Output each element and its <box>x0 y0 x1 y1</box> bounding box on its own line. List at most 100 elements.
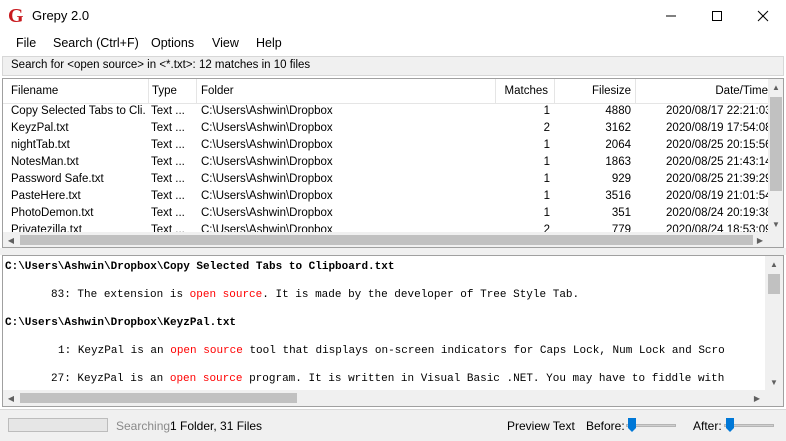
line-number: 27: <box>51 373 71 385</box>
cell-type: Text ... <box>151 156 185 168</box>
preview-vertical-scrollbar[interactable]: ▲ ▼ <box>765 256 783 390</box>
table-row[interactable]: nightTab.txt Text ... C:\Users\Ashwin\Drop… <box>3 138 768 155</box>
cell-filesize: 351 <box>611 207 631 219</box>
preview-text-label: Preview Text <box>507 419 575 433</box>
cell-filesize: 779 <box>611 224 631 232</box>
column-header-filename[interactable]: Filename <box>3 79 149 104</box>
menu-help[interactable]: Help <box>256 36 282 50</box>
results-rows: Copy Selected Tabs to Cli... Text ... C:\U… <box>3 104 768 232</box>
maximize-button[interactable] <box>694 0 740 32</box>
close-button[interactable] <box>740 0 786 32</box>
scroll-down-icon[interactable]: ▼ <box>766 374 782 390</box>
column-header-type[interactable]: Type <box>149 79 197 104</box>
cell-datetime: 2020/08/19 21:01:54 <box>666 190 768 202</box>
pane-splitter[interactable] <box>0 248 786 255</box>
cell-type: Text ... <box>151 105 185 117</box>
cell-filename: NotesMan.txt <box>11 156 79 168</box>
cell-matches: 1 <box>543 173 550 185</box>
cell-folder: C:\Users\Ashwin\Dropbox <box>201 105 333 117</box>
preview-horizontal-scrollbar[interactable]: ◀ ▶ <box>3 390 765 406</box>
column-header-folder[interactable]: Folder <box>197 79 496 104</box>
cell-matches: 1 <box>543 156 550 168</box>
cell-filename: Copy Selected Tabs to Cli... <box>11 105 146 117</box>
table-row[interactable]: Privatezilla.txt Text ... C:\Users\Ashwin\… <box>3 223 768 232</box>
results-list[interactable]: Filename Type Folder Matches Filesize Da… <box>2 78 784 248</box>
match-highlight: open source <box>189 289 263 301</box>
results-vertical-scroll-thumb[interactable] <box>770 97 782 191</box>
cell-folder: C:\Users\Ashwin\Dropbox <box>201 156 333 168</box>
status-bar: Searching: 1 Folder, 31 Files Preview Te… <box>0 409 786 441</box>
preview-horizontal-scroll-thumb[interactable] <box>20 393 297 403</box>
close-icon <box>757 10 769 22</box>
cell-filesize: 3162 <box>605 122 631 134</box>
cell-filename: KeyzPal.txt <box>11 122 69 134</box>
match-highlight: open source <box>170 345 243 357</box>
match-text: The extension is <box>77 289 190 301</box>
menu-file[interactable]: File <box>16 36 36 50</box>
column-header-filesize[interactable]: Filesize <box>555 79 636 104</box>
cell-datetime: 2020/08/25 21:39:29 <box>666 173 768 185</box>
cell-folder: C:\Users\Ashwin\Dropbox <box>201 173 333 185</box>
scroll-down-icon[interactable]: ▼ <box>768 216 783 232</box>
menu-search[interactable]: Search (Ctrl+F) <box>53 36 139 50</box>
table-row[interactable]: PasteHere.txt Text ... C:\Users\Ashwin\Dro… <box>3 189 768 206</box>
table-row[interactable]: Password Safe.txt Text ... C:\Users\Ashwin… <box>3 172 768 189</box>
cell-datetime: 2020/08/24 20:19:38 <box>666 207 768 219</box>
before-context-slider[interactable] <box>626 418 676 436</box>
cell-filesize: 1863 <box>605 156 631 168</box>
scroll-right-icon[interactable]: ▶ <box>752 232 768 247</box>
after-context-slider[interactable] <box>724 418 774 436</box>
preview-file-path: C:\Users\Ashwin\Dropbox\Copy Selected Ta… <box>5 261 395 273</box>
search-summary-text: Search for <open source> in <*.txt>: 12 … <box>11 59 311 71</box>
cell-matches: 2 <box>543 224 550 232</box>
table-row[interactable]: Copy Selected Tabs to Cli... Text ... C:\U… <box>3 104 768 121</box>
results-vertical-scrollbar[interactable]: ▲ ▼ <box>768 79 783 232</box>
cell-filename: nightTab.txt <box>11 139 70 151</box>
match-text: . It is made by the developer of Tree St… <box>262 289 580 301</box>
cell-type: Text ... <box>151 173 185 185</box>
scroll-up-icon[interactable]: ▲ <box>766 256 782 272</box>
line-number: 83: <box>51 289 71 301</box>
cell-datetime: 2020/08/17 22:21:03 <box>666 105 768 117</box>
scroll-left-icon[interactable]: ◀ <box>3 232 19 247</box>
cell-datetime: 2020/08/25 21:43:14 <box>666 156 768 168</box>
searching-value: 1 Folder, 31 Files <box>170 419 263 433</box>
table-row[interactable]: PhotoDemon.txt Text ... C:\Users\Ashwin\Dr… <box>3 206 768 223</box>
search-summary-bar: Search for <open source> in <*.txt>: 12 … <box>2 56 784 76</box>
results-horizontal-scrollbar[interactable]: ◀ ▶ <box>3 232 768 247</box>
before-label: Before: <box>586 419 625 433</box>
table-row[interactable]: KeyzPal.txt Text ... C:\Users\Ashwin\Dropb… <box>3 121 768 138</box>
slider-thumb-icon[interactable] <box>628 418 636 432</box>
scroll-right-icon[interactable]: ▶ <box>749 390 765 406</box>
column-header-datetime[interactable]: Date/Time <box>636 79 768 104</box>
cell-folder: C:\Users\Ashwin\Dropbox <box>201 122 333 134</box>
cell-filesize: 4880 <box>605 105 631 117</box>
cell-type: Text ... <box>151 139 185 151</box>
preview-pane[interactable]: C:\Users\Ashwin\Dropbox\Copy Selected Ta… <box>2 255 784 407</box>
results-horizontal-scroll-thumb[interactable] <box>20 235 753 245</box>
preview-match-line: 83: The extension is open source. It is … <box>51 289 579 301</box>
table-row[interactable]: NotesMan.txt Text ... C:\Users\Ashwin\Drop… <box>3 155 768 172</box>
cell-datetime: 2020/08/25 20:15:56 <box>666 139 768 151</box>
match-text: KeyzPal is an <box>77 373 170 385</box>
column-header-matches[interactable]: Matches <box>496 79 555 104</box>
minimize-icon <box>666 15 676 17</box>
maximize-icon <box>712 11 722 21</box>
cell-type: Text ... <box>151 224 185 232</box>
app-logo-icon: G <box>8 5 24 27</box>
slider-thumb-icon[interactable] <box>726 418 734 432</box>
cell-filesize: 929 <box>611 173 631 185</box>
cell-folder: C:\Users\Ashwin\Dropbox <box>201 139 333 151</box>
cell-matches: 1 <box>543 207 550 219</box>
scroll-up-icon[interactable]: ▲ <box>768 79 783 95</box>
cell-filename: PhotoDemon.txt <box>11 207 94 219</box>
match-text: program. It is written in Visual Basic .… <box>242 373 725 385</box>
preview-match-line: 27: KeyzPal is an open source program. I… <box>51 373 724 385</box>
cell-folder: C:\Users\Ashwin\Dropbox <box>201 207 333 219</box>
scroll-left-icon[interactable]: ◀ <box>3 390 19 406</box>
menu-options[interactable]: Options <box>151 36 194 50</box>
preview-vertical-scroll-thumb[interactable] <box>768 274 780 294</box>
minimize-button[interactable] <box>648 0 694 32</box>
cell-filesize: 2064 <box>605 139 631 151</box>
menu-view[interactable]: View <box>212 36 239 50</box>
